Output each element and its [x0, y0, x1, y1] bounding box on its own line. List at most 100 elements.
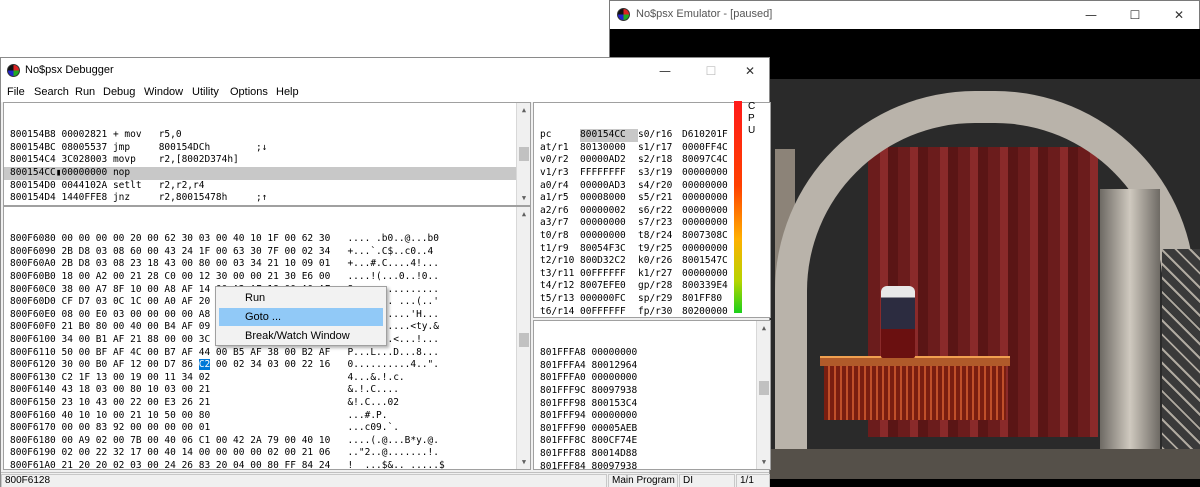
memory-dump-row[interactable]: 800F6110 50 00 BF AF 4C 00 B7 AF 44 00 B… [4, 347, 530, 360]
menu-file[interactable]: File [7, 86, 25, 98]
memory-dump-row[interactable]: 800F6140 43 18 03 00 80 10 03 00 21 &.!.… [4, 384, 530, 397]
register-name[interactable]: a2/r6 [540, 205, 580, 218]
register-name[interactable]: pc [540, 129, 580, 142]
scroll-down-icon[interactable]: ▼ [517, 455, 530, 469]
register-name[interactable]: s4/r20 [638, 180, 682, 193]
register-name[interactable]: a1/r5 [540, 192, 580, 205]
emulator-titlebar[interactable]: No$psx Emulator - [paused] — ☐ ✕ [610, 1, 1199, 29]
scroll-thumb[interactable] [519, 333, 529, 347]
context-menu-goto[interactable]: Goto ... [219, 308, 383, 326]
stack-row[interactable]: 801FFFA0 00000000 [534, 372, 770, 385]
register-value[interactable]: 00000000 [580, 217, 638, 230]
scroll-thumb[interactable] [519, 147, 529, 161]
debugger-titlebar[interactable]: No$psx Debugger — ☐ ✕ [1, 58, 769, 84]
emulator-close-button[interactable]: ✕ [1157, 1, 1200, 29]
register-name[interactable]: s7/r23 [638, 217, 682, 230]
register-value[interactable]: 00000000 [682, 243, 740, 256]
register-value[interactable]: 800154CC [580, 129, 638, 142]
register-name[interactable]: a0/r4 [540, 180, 580, 193]
memory-dump-row[interactable]: 800F6090 2B D8 03 08 60 00 43 24 1F 00 6… [4, 246, 530, 259]
register-value[interactable]: 80200000 [682, 306, 740, 318]
register-value[interactable]: 801FF80 [682, 293, 740, 306]
menu-help[interactable]: Help [276, 86, 299, 98]
stack-row[interactable]: 801FFF94 00000000 [534, 410, 770, 423]
menu-search[interactable]: Search [34, 86, 69, 98]
register-value[interactable]: 00000AD2 [580, 154, 638, 167]
disassembly-row[interactable]: 800154C4 3C028003 movp r2,[8002D374h] [4, 154, 530, 167]
stack-row[interactable]: 801FFF84 80097938 [534, 461, 770, 469]
scroll-up-icon[interactable]: ▲ [517, 207, 530, 221]
stack-row[interactable]: 801FFF98 800153C4 [534, 398, 770, 411]
debugger-minimize-button[interactable]: — [643, 57, 687, 85]
register-name[interactable]: fp/r30 [638, 306, 682, 318]
memory-dump-row[interactable]: 800F60B0 18 00 A2 00 21 28 C0 00 12 30 0… [4, 271, 530, 284]
memory-dump-row[interactable]: 800F61A0 21 20 20 02 03 00 24 26 83 20 0… [4, 460, 530, 469]
emulator-maximize-button[interactable]: ☐ [1113, 1, 1157, 29]
register-name[interactable]: s0/r16 [638, 129, 682, 142]
stack-row[interactable]: 801FFF9C 80097938 [534, 385, 770, 398]
memory-dump-row[interactable]: 800F6180 00 A9 02 00 7B 00 40 06 C1 00 4… [4, 435, 530, 448]
stack-pane[interactable]: 801FFFA8 00000000 801FFFA4 80012964 801FFF… [533, 320, 771, 470]
scroll-up-icon[interactable]: ▲ [757, 321, 770, 335]
stack-row[interactable]: 801FFFA8 00000000 [534, 347, 770, 360]
register-name[interactable]: s6/r22 [638, 205, 682, 218]
register-name[interactable]: s2/r18 [638, 154, 682, 167]
register-name[interactable]: at/r1 [540, 142, 580, 155]
memory-dump-row[interactable]: 800F6120 30 00 B0 AF 12 00 D7 86 C2 00 0… [4, 359, 530, 372]
register-value[interactable]: 00000000 [682, 167, 740, 180]
register-name[interactable]: gp/r28 [638, 280, 682, 293]
register-value[interactable]: 00FFFFFF [580, 268, 638, 281]
stack-row[interactable]: 801FFFA4 80012964 [534, 360, 770, 373]
register-name[interactable]: t5/r13 [540, 293, 580, 306]
scroll-down-icon[interactable]: ▼ [757, 455, 770, 469]
disassembly-row[interactable]: 800154D4 1440FFE8 jnz r2,80015478h ;↑ [4, 192, 530, 205]
register-value[interactable]: 00000000 [580, 230, 638, 243]
context-menu-run[interactable]: Run [219, 289, 383, 307]
register-value[interactable]: 00000000 [682, 205, 740, 218]
register-name[interactable]: t4/r12 [540, 280, 580, 293]
memory-dump-scrollbar[interactable]: ▲ ▼ [516, 207, 530, 469]
register-value[interactable]: 00000000 [682, 180, 740, 193]
disassembly-row[interactable]: 800154B8 00002821 + mov r5,0 [4, 129, 530, 142]
register-value[interactable]: 00000002 [580, 205, 638, 218]
register-name[interactable]: k0/r26 [638, 255, 682, 268]
register-name[interactable]: k1/r27 [638, 268, 682, 281]
register-name[interactable]: t0/r8 [540, 230, 580, 243]
stack-row[interactable]: 801FFF90 00005AEB [534, 423, 770, 436]
register-name[interactable]: s1/r17 [638, 142, 682, 155]
register-value[interactable]: 80054F3C [580, 243, 638, 256]
register-value[interactable]: 00FFFFFF [580, 306, 638, 318]
menu-options[interactable]: Options [230, 86, 268, 98]
register-name[interactable]: t3/r11 [540, 268, 580, 281]
disassembly-row[interactable]: 800154D0 0044102A setlt r2,r2,r4 [4, 180, 530, 193]
scroll-thumb[interactable] [759, 381, 769, 395]
register-value[interactable]: 8007308C [682, 230, 740, 243]
memory-dump-row[interactable]: 800F6190 02 00 22 32 17 00 40 14 00 00 0… [4, 447, 530, 460]
debugger-maximize-button[interactable]: ☐ [689, 57, 733, 85]
register-value[interactable]: D610201F [682, 129, 740, 142]
register-value[interactable]: 00000000 [682, 268, 740, 281]
register-value[interactable]: 00000000 [682, 217, 740, 230]
register-name[interactable]: v1/r3 [540, 167, 580, 180]
register-value[interactable]: 8007EFE0 [580, 280, 638, 293]
menu-utility[interactable]: Utility [192, 86, 219, 98]
disassembly-row[interactable]: 800154CC▮00000000 nop [4, 166, 530, 180]
register-name[interactable]: t6/r14 [540, 306, 580, 318]
menu-window[interactable]: Window [144, 86, 183, 98]
debugger-close-button[interactable]: ✕ [728, 57, 772, 85]
disassembly-scrollbar[interactable]: ▲ ▼ [516, 103, 530, 205]
register-name[interactable]: s5/r21 [638, 192, 682, 205]
register-value[interactable]: 80130000 [580, 142, 638, 155]
menu-debug[interactable]: Debug [103, 86, 135, 98]
memory-dump-row[interactable]: 800F6080 00 00 00 00 20 00 62 30 03 00 4… [4, 233, 530, 246]
memory-dump-row[interactable]: 800F6150 23 10 43 00 22 00 E3 26 21 &!.C… [4, 397, 530, 410]
register-value[interactable]: 80097C4C [682, 154, 740, 167]
emulator-minimize-button[interactable]: — [1069, 1, 1113, 29]
register-value[interactable]: 800D32C2 [580, 255, 638, 268]
stack-row[interactable]: 801FFF8C 800CF74E [534, 435, 770, 448]
register-name[interactable]: t9/r25 [638, 243, 682, 256]
register-name[interactable]: t2/r10 [540, 255, 580, 268]
register-value[interactable]: 00000AD3 [580, 180, 638, 193]
memory-dump-row[interactable]: 800F6160 40 10 10 00 21 10 50 00 80 ...#… [4, 410, 530, 423]
register-value[interactable]: 00008000 [580, 192, 638, 205]
